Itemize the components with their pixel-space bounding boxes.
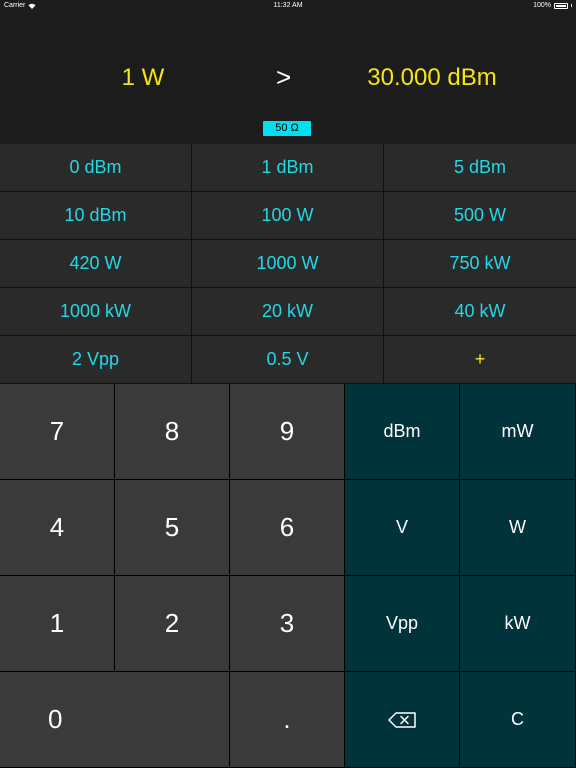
key-0[interactable]: 0: [0, 672, 230, 768]
preset-button[interactable]: 0 dBm: [0, 144, 192, 192]
keypad: 7 8 9 dBm mW 4 5 6 V W 1 2 3 Vpp kW 0 . …: [0, 384, 576, 768]
preset-button[interactable]: 5 dBm: [384, 144, 576, 192]
key-7[interactable]: 7: [0, 384, 115, 480]
conversion-display: 1 W > 30.000 dBm 50 Ω: [0, 12, 576, 144]
status-time: 11:32 AM: [273, 2, 303, 9]
preset-grid: 0 dBm 1 dBm 5 dBm 10 dBm 100 W 500 W 420…: [0, 144, 576, 384]
output-value: 30.000 dBm: [367, 64, 497, 91]
input-value: 1 W: [121, 64, 165, 91]
preset-button[interactable]: 500 W: [384, 192, 576, 240]
key-2[interactable]: 2: [115, 576, 230, 672]
backspace-icon: [388, 711, 416, 728]
battery-tip: [571, 4, 572, 7]
add-preset-button[interactable]: +: [384, 336, 576, 384]
impedance-badge[interactable]: 50 Ω: [263, 121, 311, 136]
key-6[interactable]: 6: [230, 480, 345, 576]
preset-button[interactable]: 1000 W: [192, 240, 384, 288]
unit-dbm-button[interactable]: dBm: [345, 384, 460, 480]
preset-button[interactable]: 1 dBm: [192, 144, 384, 192]
status-right: 100%: [533, 2, 572, 9]
preset-button[interactable]: 100 W: [192, 192, 384, 240]
arrow-right-icon: >: [276, 62, 292, 92]
status-bar: Carrier 11:32 AM 100%: [0, 0, 576, 12]
preset-button[interactable]: 0.5 V: [192, 336, 384, 384]
key-decimal[interactable]: .: [230, 672, 345, 768]
battery-icon: [554, 2, 568, 9]
preset-button[interactable]: 20 kW: [192, 288, 384, 336]
key-3[interactable]: 3: [230, 576, 345, 672]
preset-button[interactable]: 2 Vpp: [0, 336, 192, 384]
key-5[interactable]: 5: [115, 480, 230, 576]
unit-v-button[interactable]: V: [345, 480, 460, 576]
key-8[interactable]: 8: [115, 384, 230, 480]
unit-kw-button[interactable]: kW: [460, 576, 576, 672]
preset-button[interactable]: 1000 kW: [0, 288, 192, 336]
unit-mw-button[interactable]: mW: [460, 384, 576, 480]
key-1[interactable]: 1: [0, 576, 115, 672]
clear-button[interactable]: C: [460, 672, 576, 768]
backspace-button[interactable]: [345, 672, 460, 768]
unit-vpp-button[interactable]: Vpp: [345, 576, 460, 672]
key-4[interactable]: 4: [0, 480, 115, 576]
battery-percent: 100%: [533, 2, 551, 9]
key-9[interactable]: 9: [230, 384, 345, 480]
preset-button[interactable]: 750 kW: [384, 240, 576, 288]
preset-button[interactable]: 420 W: [0, 240, 192, 288]
unit-w-button[interactable]: W: [460, 480, 576, 576]
preset-button[interactable]: 10 dBm: [0, 192, 192, 240]
preset-button[interactable]: 40 kW: [384, 288, 576, 336]
